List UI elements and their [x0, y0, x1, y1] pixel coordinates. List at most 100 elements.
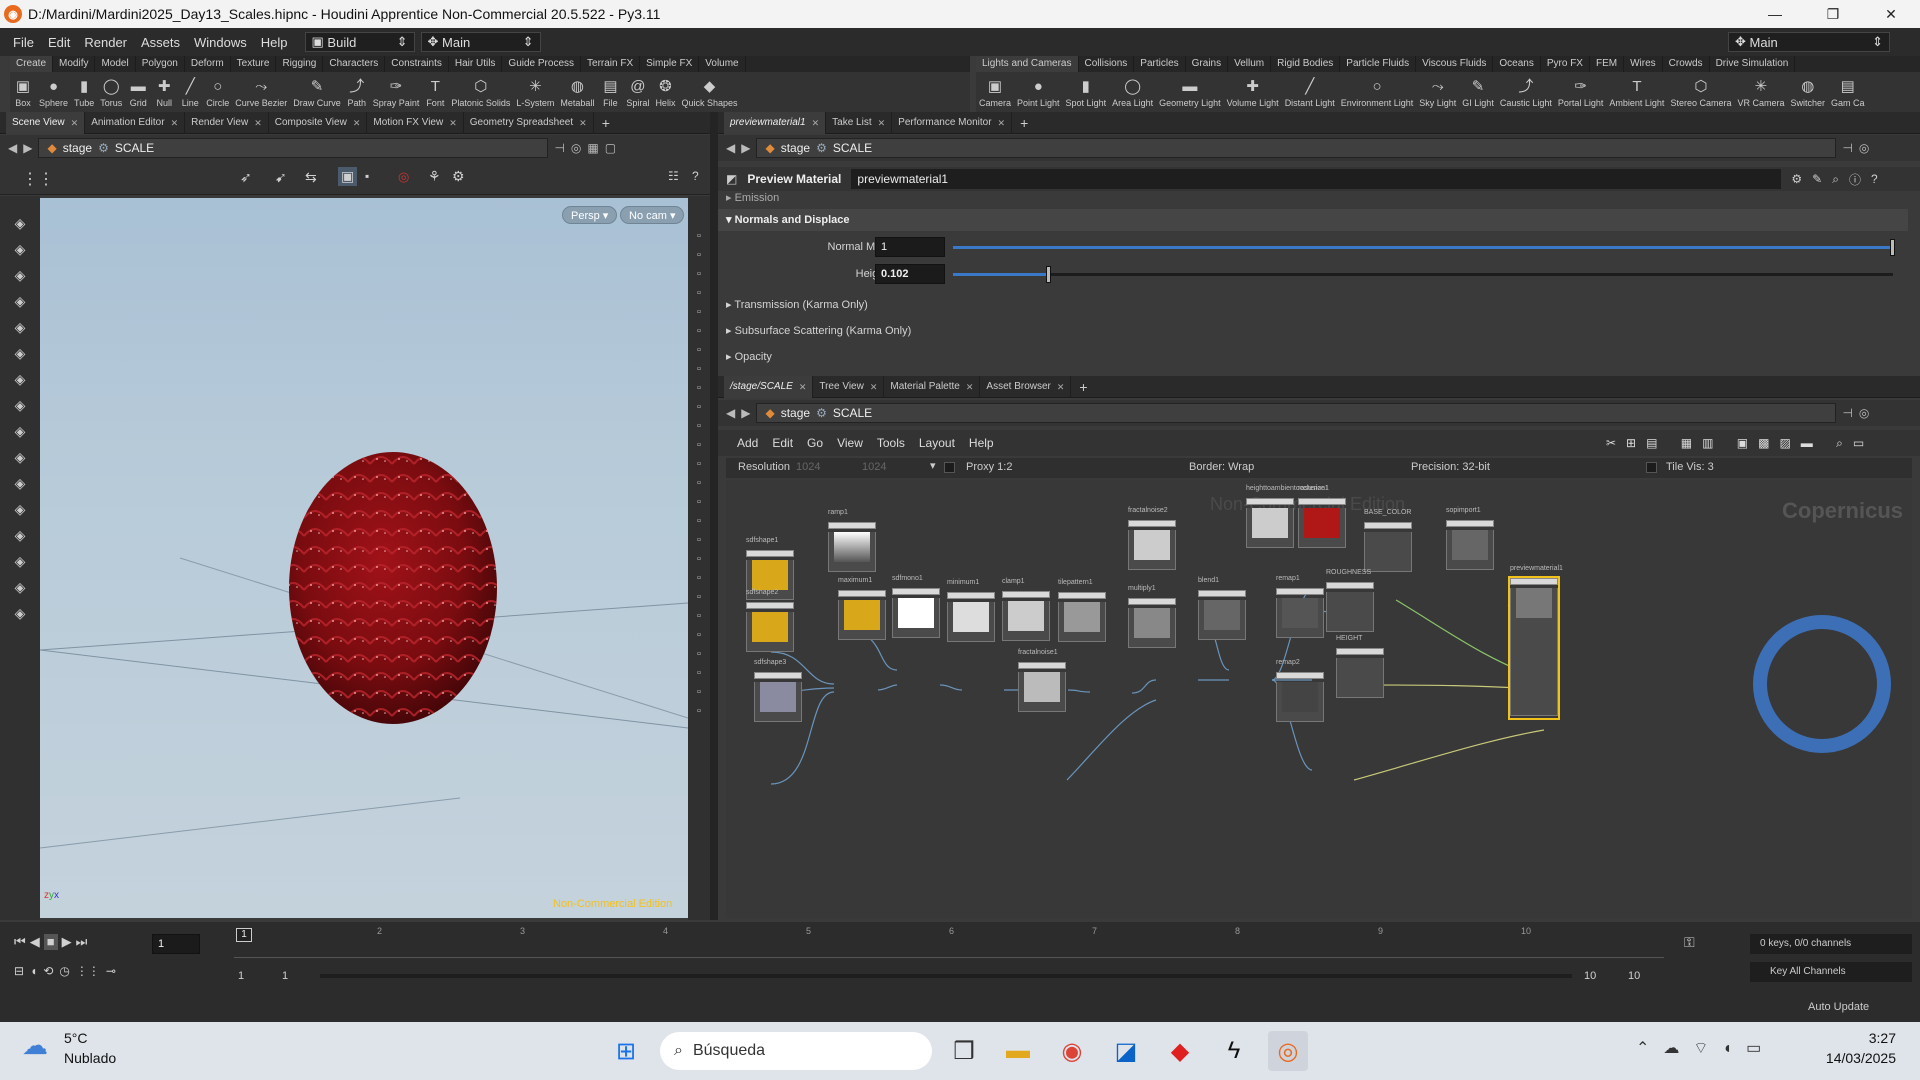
shelf-tab-viscous-fluids[interactable]: Viscous Fluids [1416, 56, 1494, 72]
net-menu-view[interactable]: View [830, 436, 870, 450]
node-body[interactable] [1198, 600, 1246, 640]
shelf-tab-rigging[interactable]: Rigging [276, 56, 324, 72]
layout-selector[interactable]: ✥ Main ⇕ [420, 32, 541, 52]
grid-icon[interactable]: ◈ [9, 446, 31, 468]
select-icon[interactable]: ◈ [9, 212, 31, 234]
node-sdfmono1[interactable]: sdfmono1 [892, 575, 940, 638]
net-menu-tools[interactable]: Tools [870, 436, 912, 450]
node-body[interactable] [892, 598, 940, 638]
tab-material-palette[interactable]: Material Palette ✕ [884, 375, 981, 398]
node-clamp1[interactable]: clamp1 [1002, 578, 1050, 641]
chevron-down-icon[interactable]: ▾ [930, 459, 936, 472]
net-menu-help[interactable]: Help [962, 436, 1001, 450]
shelf-tool-stereo-camera[interactable]: ⬡ Stereo Camera [1667, 78, 1734, 110]
tab-take-list[interactable]: Take List ✕ [826, 111, 893, 134]
display-option-15-icon[interactable]: ▫ [691, 496, 707, 512]
houdini-taskbar-icon[interactable]: ◎ [1268, 1031, 1308, 1071]
shelf-tab-fem[interactable]: FEM [1590, 56, 1625, 72]
node-sdfshape2[interactable]: sdfshape2 [746, 589, 794, 652]
close-icon[interactable]: ✕ [966, 376, 974, 398]
light-icon[interactable]: ◈ [9, 368, 31, 390]
shelf-tab-vellum[interactable]: Vellum [1228, 56, 1272, 72]
handle-tool-icon[interactable]: ⇆ [305, 169, 317, 186]
shelf-tool-tube[interactable]: ▮ Tube [71, 78, 97, 110]
section-normals-displace[interactable]: ▾ Normals and Displace [718, 209, 1908, 231]
add-tab-icon[interactable]: + [1071, 379, 1095, 395]
shelf-tab-characters[interactable]: Characters [323, 56, 386, 72]
jump-end-icon[interactable]: ⏭ [76, 934, 88, 950]
shelf-tab-pyro-fx[interactable]: Pyro FX [1541, 56, 1590, 72]
node-flag-bar[interactable] [892, 588, 940, 595]
node-flag-bar[interactable] [1002, 591, 1050, 598]
realtime-icon[interactable]: ◷ [59, 964, 69, 978]
node-body[interactable] [1128, 608, 1176, 648]
display-option-18-icon[interactable]: ▫ [691, 553, 707, 569]
shelf-tool-sky-light[interactable]: ⤳ Sky Light [1416, 78, 1459, 110]
node-base-color[interactable]: BASE_COLOR [1364, 509, 1412, 572]
anydesk-icon[interactable]: ◆ [1160, 1031, 1200, 1071]
display-option-25-icon[interactable]: ▫ [691, 686, 707, 702]
close-icon[interactable]: ✕ [1057, 376, 1065, 398]
path-breadcrumb[interactable]: ◆ stage ⚙ SCALE [38, 138, 549, 158]
pin-icon[interactable]: ⊣ [1842, 141, 1852, 155]
display-option-10-icon[interactable]: ▫ [691, 401, 707, 417]
shelf-tab-model[interactable]: Model [95, 56, 136, 72]
node-body[interactable] [1276, 682, 1324, 722]
node-body[interactable] [1336, 658, 1384, 698]
shelf-tool-volume-light[interactable]: ✚ Volume Light [1224, 78, 1282, 110]
display-options-icon[interactable]: ☷ [668, 169, 679, 183]
display-option-12-icon[interactable]: ▫ [691, 439, 707, 455]
shelf-tool-vr-camera[interactable]: ✳ VR Camera [1734, 78, 1787, 110]
step-back-icon[interactable]: ◀ [30, 934, 40, 950]
forward-arrow-icon[interactable]: ▶ [741, 141, 750, 155]
border-label[interactable]: Border: Wrap [1189, 461, 1254, 473]
node-remap2[interactable]: remap2 [1276, 659, 1324, 722]
tab-stage-scale[interactable]: /stage/SCALE ✕ [724, 375, 814, 398]
arrow-icon[interactable]: ◈ [9, 290, 31, 312]
pin-icon[interactable]: ⊣ [554, 141, 564, 155]
node-flag-bar[interactable] [1326, 582, 1374, 589]
outlook-icon[interactable]: ◪ [1106, 1031, 1146, 1071]
shelf-tool-circle[interactable]: ○ Circle [203, 78, 232, 110]
back-arrow-icon[interactable]: ◀ [726, 406, 735, 420]
shelf-tab-simple-fx[interactable]: Simple FX [640, 56, 700, 72]
link-icon[interactable]: ◎ [1859, 141, 1869, 155]
shelf-tool-torus[interactable]: ◯ Torus [97, 78, 125, 110]
add-tab-icon[interactable]: + [594, 115, 618, 131]
node-body[interactable] [1276, 598, 1324, 638]
forward-arrow-icon[interactable]: ▶ [741, 406, 750, 420]
system-tray-icons[interactable]: ⌃☁⌔◖▭ [1636, 1038, 1775, 1058]
back-arrow-icon[interactable]: ◀ [726, 141, 735, 155]
shelf-tool-camera[interactable]: ▣ Camera [976, 78, 1014, 110]
network-tool-icons[interactable]: ✂⊞▤ ▦▥ ▣▩▨▬ ⌕▭ [1606, 436, 1874, 451]
shelf-tab-volume[interactable]: Volume [699, 56, 746, 72]
weather-icon[interactable]: ☁ [22, 1030, 48, 1061]
section-emission[interactable]: ▸ Emission [726, 191, 779, 204]
shelf-tab-rigid-bodies[interactable]: Rigid Bodies [1271, 56, 1341, 72]
node-flag-bar[interactable] [1128, 598, 1176, 605]
resolution-y-field[interactable]: 1024 [862, 461, 886, 473]
current-frame-field[interactable]: 1 [152, 934, 200, 954]
shelf-tab-deform[interactable]: Deform [185, 56, 231, 72]
close-icon[interactable]: ✕ [799, 376, 807, 398]
node-previewmaterial1[interactable]: previewmaterial1 [1508, 565, 1563, 720]
close-icon[interactable]: ✕ [1862, 0, 1920, 28]
menu-assets[interactable]: Assets [134, 35, 187, 50]
node-multiply1[interactable]: multiply1 [1128, 585, 1176, 648]
tab-performance-monitor[interactable]: Performance Monitor ✕ [892, 111, 1013, 134]
display-option-16-icon[interactable]: ▫ [691, 515, 707, 531]
node-blend1[interactable]: blend1 [1198, 577, 1246, 640]
jump-start-icon[interactable]: ⏮ [14, 934, 26, 950]
taskbar-search[interactable]: ⌕ Búsqueda [660, 1032, 932, 1070]
shelf-tool-ambient-light[interactable]: T Ambient Light [1606, 78, 1667, 110]
node-height[interactable]: HEIGHT [1336, 635, 1384, 698]
net-menu-layout[interactable]: Layout [912, 436, 962, 450]
net-menu-go[interactable]: Go [800, 436, 830, 450]
speaker-icon[interactable]: ◖ [30, 964, 37, 978]
search-icon[interactable]: ⌕ [1832, 172, 1839, 187]
shelf-tool-area-light[interactable]: ◯ Area Light [1109, 78, 1156, 110]
shelf-tab-particle-fluids[interactable]: Particle Fluids [1340, 56, 1417, 72]
node-body[interactable] [1510, 588, 1558, 716]
node-body[interactable] [947, 602, 995, 642]
tab-geometry-spreadsheet[interactable]: Geometry Spreadsheet ✕ [464, 111, 594, 134]
